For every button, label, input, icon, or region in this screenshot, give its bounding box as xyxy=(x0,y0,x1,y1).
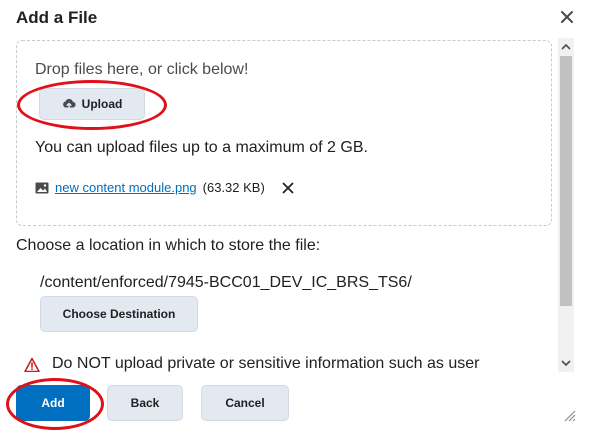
close-icon[interactable] xyxy=(558,8,576,26)
resize-grip-icon[interactable] xyxy=(562,408,576,422)
scrollbar-thumb[interactable] xyxy=(560,56,572,306)
drop-instructions: Drop files here, or click below! xyxy=(35,61,249,78)
cancel-button[interactable]: Cancel xyxy=(201,385,289,421)
back-button[interactable]: Back xyxy=(107,385,183,421)
dialog-body: Drop files here, or click below! Upload … xyxy=(0,36,576,372)
cloud-upload-icon xyxy=(62,99,76,110)
uploaded-file-row: new content module.png (63.32 KB) xyxy=(35,180,295,195)
upload-button[interactable]: Upload xyxy=(39,88,145,120)
warning-icon xyxy=(24,357,40,372)
add-button[interactable]: Add xyxy=(16,385,90,421)
dialog-title: Add a File xyxy=(16,8,98,27)
add-file-dialog: Add a File Drop files here, or click bel… xyxy=(0,0,592,437)
scroll-down-icon[interactable] xyxy=(558,356,574,370)
file-name-link[interactable]: new content module.png xyxy=(55,180,197,195)
image-icon xyxy=(35,182,49,193)
destination-path: /content/enforced/7945-BCC01_DEV_IC_BRS_… xyxy=(40,274,412,291)
choose-destination-button[interactable]: Choose Destination xyxy=(40,296,198,332)
upload-limit-text: You can upload files up to a maximum of … xyxy=(35,139,368,156)
remove-icon[interactable] xyxy=(281,181,295,195)
warning-text: Do NOT upload private or sensitive infor… xyxy=(52,355,480,372)
file-size: (63.32 KB) xyxy=(202,180,265,195)
upload-label: Upload xyxy=(81,97,123,111)
scroll-up-icon[interactable] xyxy=(558,40,574,54)
file-dropzone[interactable]: Drop files here, or click below! Upload … xyxy=(16,40,552,226)
warning-message: Do NOT upload private or sensitive infor… xyxy=(24,355,479,372)
vertical-scrollbar[interactable] xyxy=(558,38,574,372)
location-label: Choose a location in which to store the … xyxy=(16,237,321,254)
